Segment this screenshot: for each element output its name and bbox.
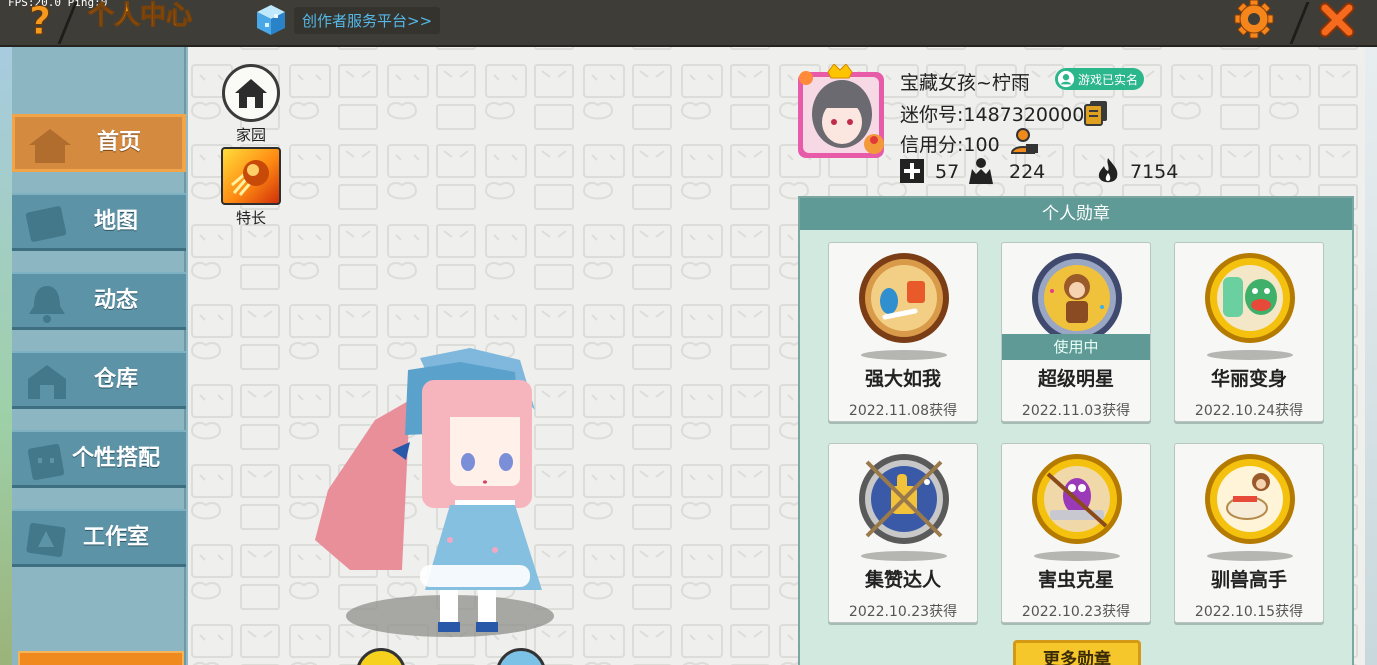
mini-id: 迷你号:1487320000 bbox=[900, 104, 1085, 126]
close-icon bbox=[1319, 2, 1355, 38]
sidebar-item-label: 动态 bbox=[93, 287, 138, 313]
credit-user-icon[interactable] bbox=[1010, 126, 1040, 156]
in-use-tag: 使用中 bbox=[1002, 334, 1150, 360]
cube-icon bbox=[257, 5, 285, 35]
gear-icon bbox=[1234, 0, 1274, 39]
medal-strong-icon bbox=[859, 253, 949, 343]
page-title: 个人中心 bbox=[87, 1, 193, 32]
sidebar-item-label: 个性搭配 bbox=[71, 445, 160, 471]
medal-name: 强大如我 bbox=[864, 368, 941, 390]
medal-shadow bbox=[1034, 551, 1120, 561]
sidebar-item-home[interactable]: 首页 bbox=[12, 114, 186, 172]
profile-portrait[interactable] bbox=[794, 64, 890, 160]
medal-panel-title: 个人勋章 bbox=[800, 198, 1352, 230]
medal-name: 害虫克星 bbox=[1037, 569, 1114, 591]
verified-label: 游戏已实名 bbox=[1078, 72, 1139, 87]
medal-name: 驯兽高手 bbox=[1210, 569, 1287, 591]
skill-fireball-icon bbox=[221, 147, 281, 205]
more-medals-button[interactable]: 更多勋章 bbox=[1013, 640, 1141, 665]
medal-shadow bbox=[1207, 350, 1293, 360]
sidebar-item-label: 仓库 bbox=[93, 366, 138, 392]
medal-date: 2022.10.23获得 bbox=[848, 604, 958, 620]
medal-shadow bbox=[1207, 551, 1293, 561]
help-button[interactable]: ? bbox=[18, 0, 62, 43]
sidebar-item-label: 首页 bbox=[96, 130, 141, 155]
stat-value: 57 bbox=[935, 161, 960, 183]
question-icon: ? bbox=[28, 0, 52, 43]
medal-card[interactable]: 强大如我 2022.11.08获得 bbox=[828, 242, 978, 422]
sidebar-bottom-button[interactable] bbox=[18, 651, 184, 665]
sidebar-item-outfit[interactable]: 个性搭配 bbox=[12, 430, 186, 488]
stat-value: 7154 bbox=[1130, 161, 1179, 183]
medal-name: 超级明星 bbox=[1037, 368, 1114, 390]
medal-card[interactable]: 华丽变身 2022.10.24获得 bbox=[1174, 242, 1324, 422]
user-verified-icon bbox=[1057, 70, 1075, 88]
player-name: 宝藏女孩~柠雨 bbox=[900, 72, 1030, 94]
medal-card[interactable]: 驯兽高手 2022.10.15获得 bbox=[1174, 443, 1324, 623]
medal-name: 华丽变身 bbox=[1210, 368, 1287, 390]
close-button[interactable] bbox=[1315, 0, 1359, 40]
top-bar: FPS:20.0 Ping:0 ? 个人中心 创作者服务平台>> bbox=[0, 0, 1377, 47]
plus-icon[interactable] bbox=[898, 156, 928, 186]
home-shortcut[interactable]: 家园 bbox=[220, 64, 282, 145]
medal-shadow bbox=[861, 551, 947, 561]
fans-icon[interactable] bbox=[966, 156, 996, 186]
skill-shortcut[interactable]: 特长 bbox=[220, 147, 282, 228]
medal-card[interactable]: 害虫克星 2022.10.23获得 bbox=[1001, 443, 1151, 623]
skill-shortcut-label: 特长 bbox=[235, 209, 266, 227]
sidebar-item-studio[interactable]: 工作室 bbox=[12, 509, 186, 567]
character-avatar[interactable] bbox=[310, 340, 560, 640]
medal-shadow bbox=[861, 350, 947, 360]
verified-badge: 游戏已实名 bbox=[1055, 68, 1145, 90]
credit-score: 信用分:100 bbox=[900, 134, 1000, 156]
creator-platform-label: 创作者服务平台>> bbox=[294, 6, 441, 34]
medal-card[interactable]: 使用中 超级明星 2022.11.03获得 bbox=[1001, 242, 1151, 422]
background-scenery bbox=[0, 47, 12, 665]
sidebar-item-storage[interactable]: 仓库 bbox=[12, 351, 186, 409]
right-edge bbox=[1365, 47, 1377, 665]
home-icon bbox=[222, 64, 280, 122]
sidebar-item-label: 地图 bbox=[93, 208, 138, 234]
medal-date: 2022.10.23获得 bbox=[1021, 604, 1131, 620]
medal-transform-icon bbox=[1205, 253, 1295, 343]
medal-date: 2022.10.24获得 bbox=[1194, 403, 1304, 419]
sidebar-item-feed[interactable]: 动态 bbox=[12, 272, 186, 330]
copy-icon[interactable] bbox=[1083, 99, 1109, 127]
medal-date: 2022.11.08获得 bbox=[848, 403, 958, 419]
medal-card[interactable]: 集赞达人 2022.10.23获得 bbox=[828, 443, 978, 623]
sidebar: 首页 地图 动态 仓库 个性搭配 工作室 bbox=[12, 47, 186, 665]
creator-platform-link[interactable]: 创作者服务平台>> bbox=[254, 2, 441, 38]
stat-value: 224 bbox=[1009, 161, 1046, 183]
medal-pest-icon bbox=[1032, 454, 1122, 544]
sidebar-item-label: 工作室 bbox=[82, 524, 149, 550]
medal-superstar-icon bbox=[1032, 253, 1122, 343]
medal-name: 集赞达人 bbox=[864, 569, 941, 591]
settings-button[interactable] bbox=[1232, 0, 1276, 40]
medal-date: 2022.11.03获得 bbox=[1021, 403, 1131, 419]
medal-likes-icon bbox=[859, 454, 949, 544]
divider bbox=[1289, 2, 1310, 44]
medal-tamer-icon bbox=[1205, 454, 1295, 544]
flame-icon[interactable] bbox=[1093, 156, 1123, 186]
medal-date: 2022.10.15获得 bbox=[1194, 604, 1304, 620]
sidebar-item-map[interactable]: 地图 bbox=[12, 193, 186, 251]
home-shortcut-label: 家园 bbox=[235, 126, 266, 144]
